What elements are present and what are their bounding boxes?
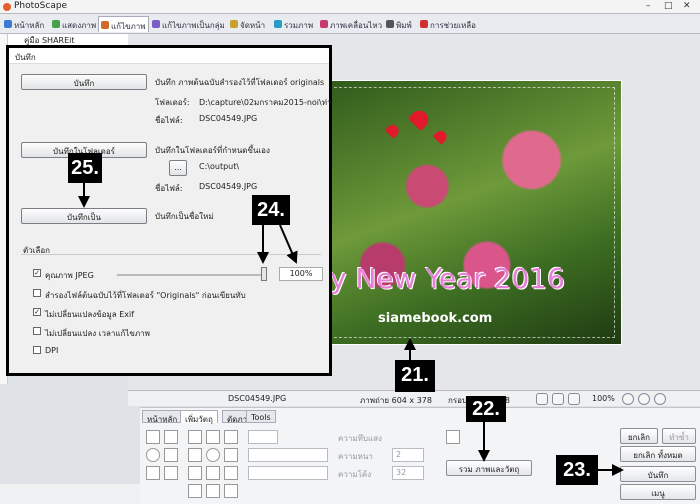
annotation-arrows	[78, 183, 624, 476]
